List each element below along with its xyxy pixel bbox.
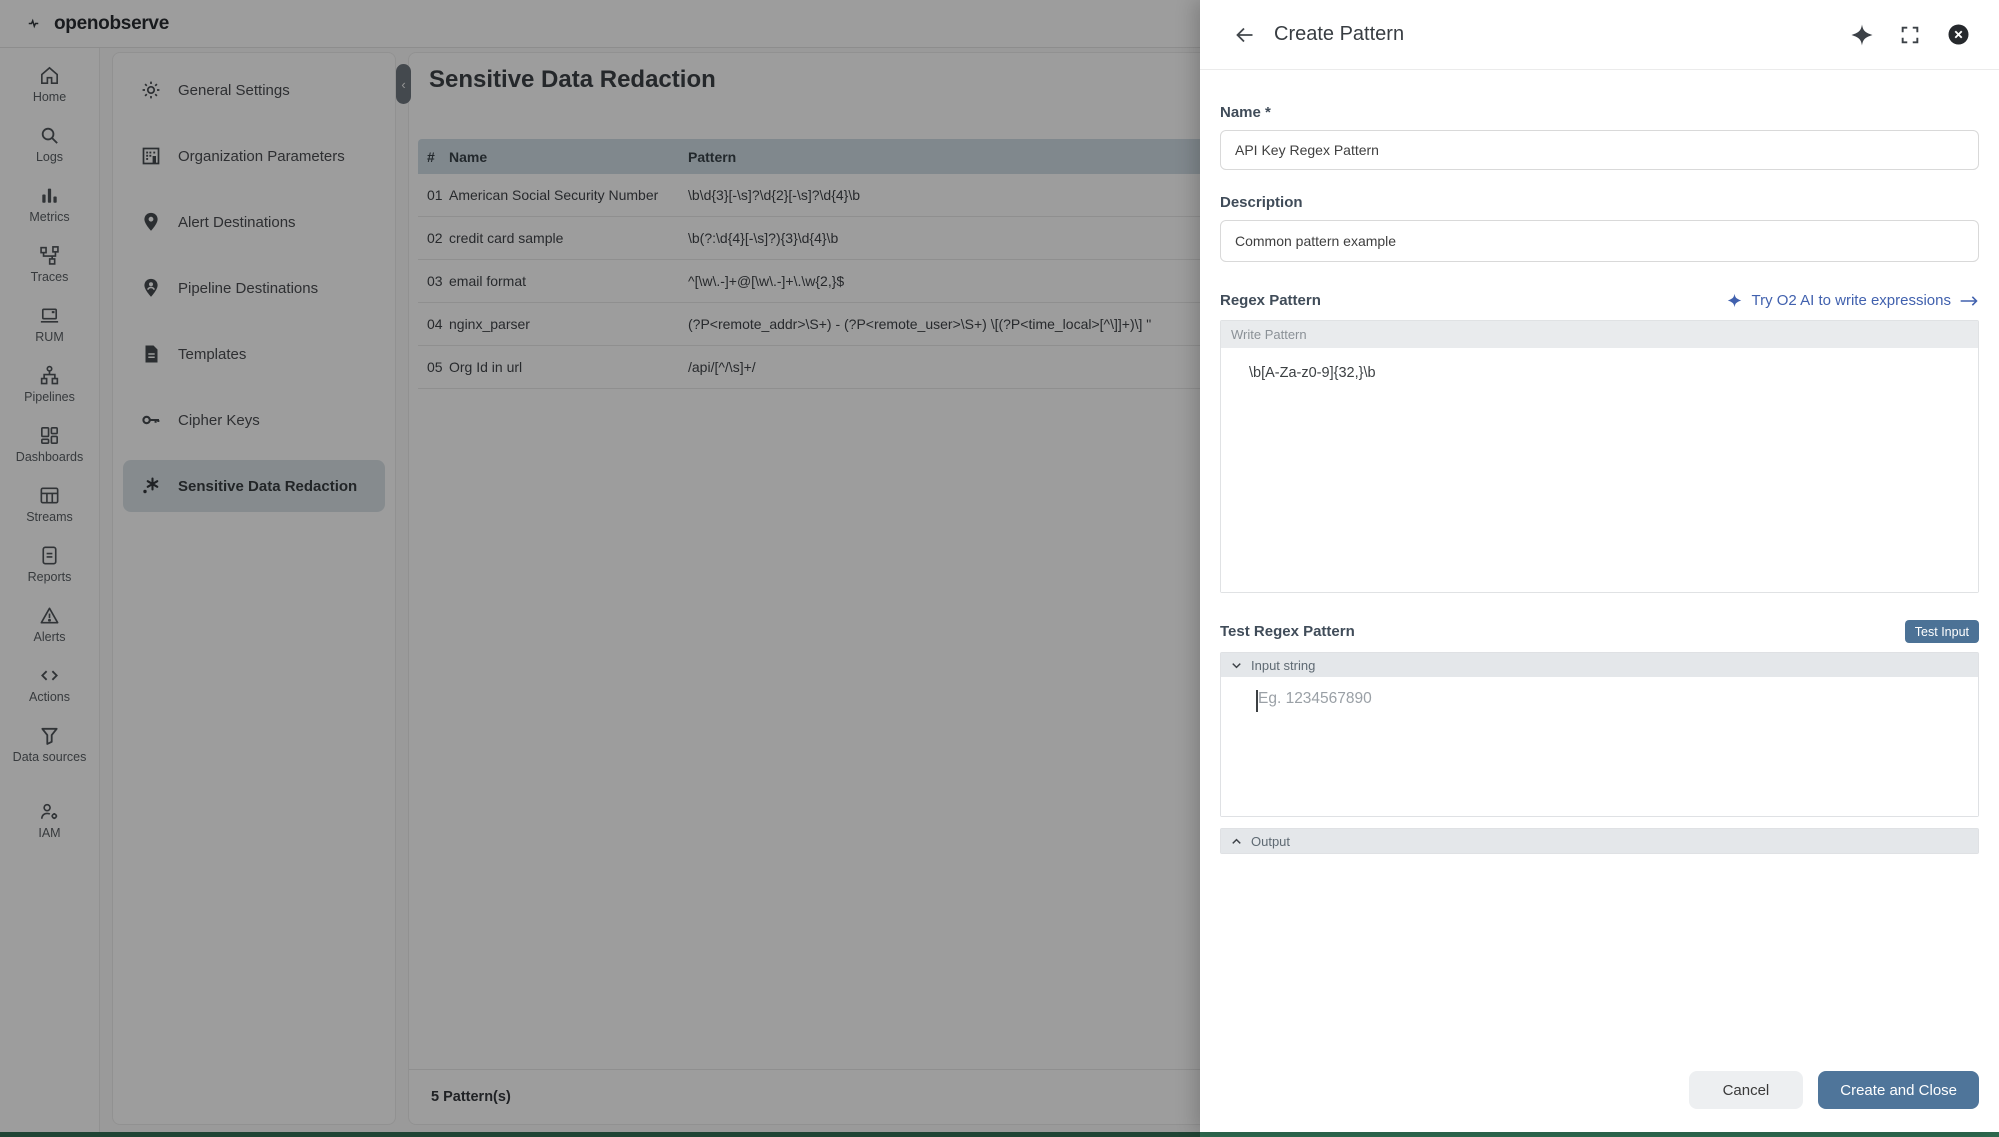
drawer-body: Name * Description Regex Pattern Try O2 … — [1200, 104, 1999, 854]
description-field[interactable] — [1220, 220, 1979, 262]
name-label: Name * — [1220, 104, 1979, 121]
drawer-header: Create Pattern — [1200, 0, 1999, 70]
regex-pattern-input[interactable]: \b[A-Za-z0-9]{32,}\b — [1221, 348, 1978, 592]
fullscreen-button[interactable] — [1893, 18, 1927, 52]
drawer-title: Create Pattern — [1274, 23, 1831, 46]
regex-editor: Write Pattern \b[A-Za-z0-9]{32,}\b — [1220, 320, 1979, 593]
test-input-button[interactable]: Test Input — [1905, 620, 1979, 643]
sparkle-ai-icon — [1849, 22, 1875, 48]
sparkle-icon — [1726, 292, 1743, 309]
description-label: Description — [1220, 194, 1979, 211]
create-pattern-drawer: Create Pattern Name * Description Regex … — [1200, 0, 1999, 1132]
chevron-up-icon — [1229, 834, 1244, 849]
write-pattern-bar: Write Pattern — [1221, 321, 1978, 348]
test-string-textarea[interactable] — [1221, 677, 1978, 816]
ai-link-text: Try O2 AI to write expressions — [1751, 292, 1951, 309]
back-button[interactable] — [1230, 20, 1260, 50]
create-and-close-button[interactable]: Create and Close — [1818, 1071, 1979, 1109]
output-section: Output — [1220, 828, 1979, 854]
name-field[interactable] — [1220, 130, 1979, 170]
close-button[interactable] — [1941, 18, 1975, 52]
app-screen: openobserve Home Logs Metrics Traces RUM… — [0, 0, 1999, 1137]
arrow-right-icon — [1959, 293, 1979, 309]
write-pattern-label: Write Pattern — [1231, 327, 1307, 342]
try-o2-ai-link[interactable]: Try O2 AI to write expressions — [1726, 292, 1979, 309]
close-icon — [1946, 22, 1971, 47]
input-string-section: Input string — [1220, 652, 1979, 817]
input-string-label: Input string — [1251, 658, 1315, 673]
regex-pattern-label: Regex Pattern — [1220, 292, 1321, 309]
test-regex-label: Test Regex Pattern — [1220, 623, 1355, 640]
drawer-actions: Cancel Create and Close — [1689, 1071, 1979, 1109]
ai-assistant-button[interactable] — [1845, 18, 1879, 52]
arrow-left-icon — [1233, 23, 1257, 47]
fullscreen-icon — [1899, 24, 1921, 46]
input-string-toggle[interactable]: Input string — [1221, 653, 1978, 677]
output-label: Output — [1251, 834, 1290, 849]
output-toggle[interactable]: Output — [1221, 829, 1978, 853]
chevron-down-icon — [1229, 658, 1244, 673]
text-cursor — [1256, 690, 1258, 712]
cancel-button[interactable]: Cancel — [1689, 1071, 1804, 1109]
modal-dim-overlay[interactable] — [0, 0, 1200, 1137]
